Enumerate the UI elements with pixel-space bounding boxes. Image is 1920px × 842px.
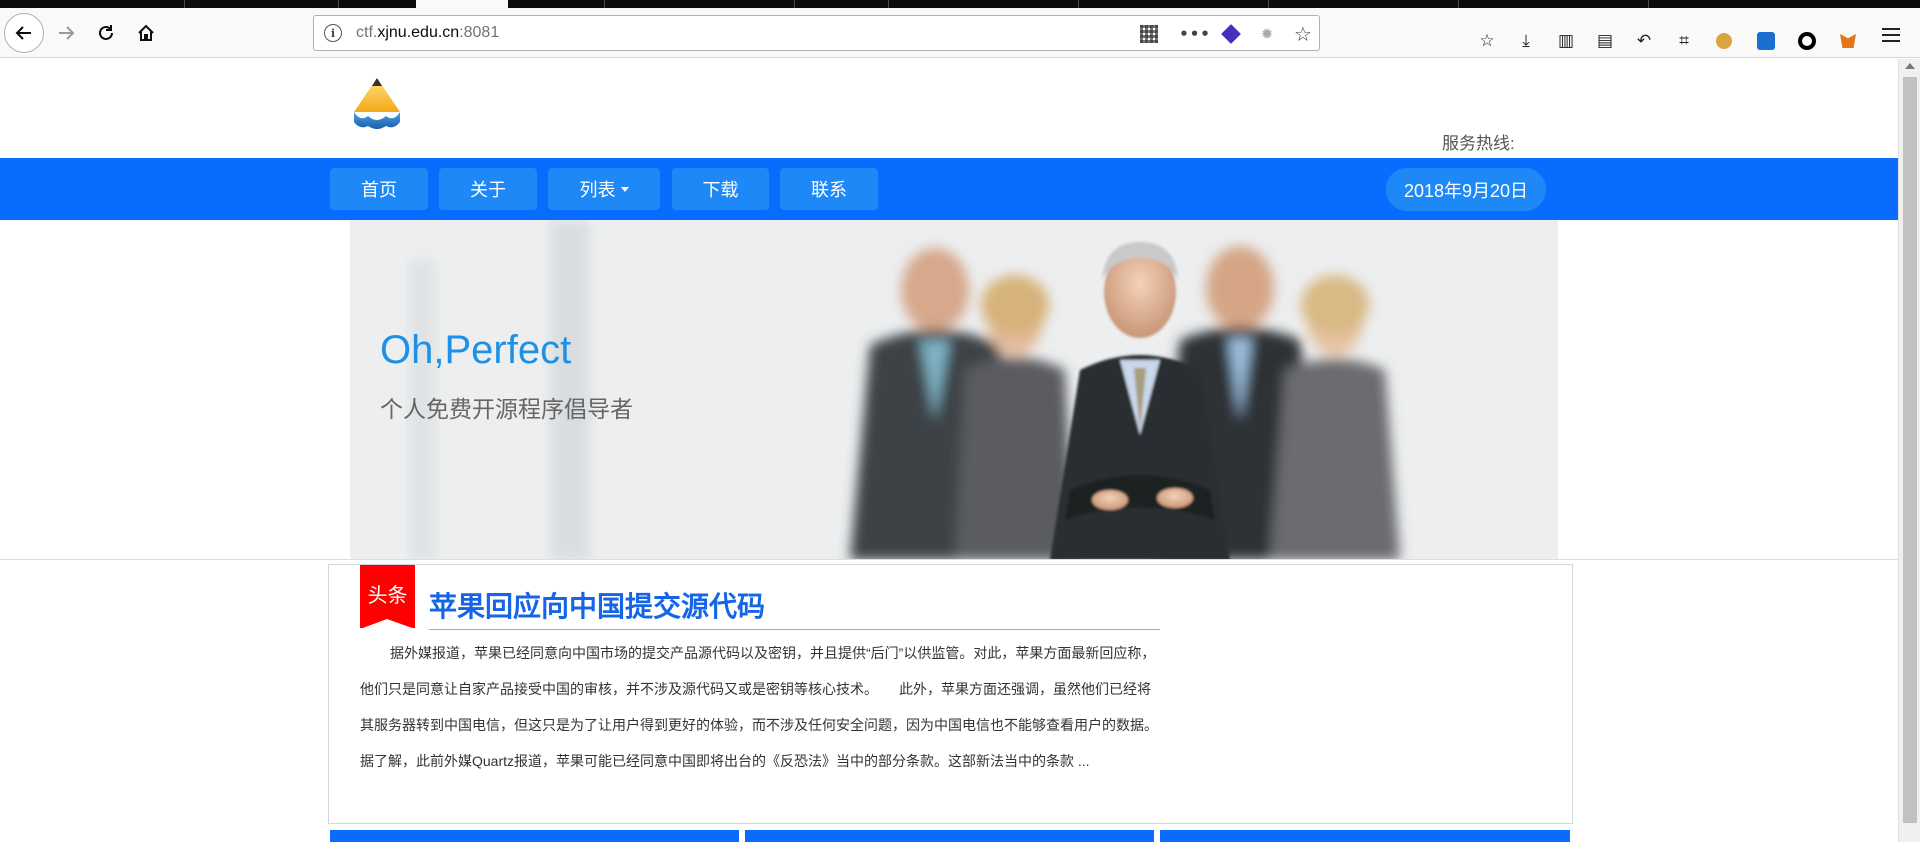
nav-item-about[interactable]: 关于 (439, 168, 537, 210)
nav-item-contact[interactable]: 联系 (780, 168, 878, 210)
info-icon[interactable]: i (324, 24, 342, 42)
scroll-up-icon[interactable] (1905, 63, 1915, 69)
circle-extension-icon[interactable] (1793, 25, 1821, 57)
back-arrow-icon (15, 26, 31, 40)
nav-item-label: 关于 (470, 180, 506, 200)
home-icon (138, 24, 154, 41)
back-button[interactable] (4, 13, 44, 53)
reload-icon (99, 25, 113, 40)
current-date: 2018年9月20日 (1386, 168, 1546, 211)
nav-item-label: 下载 (702, 180, 739, 200)
extension-icon[interactable] (1220, 23, 1242, 45)
nav-item-home[interactable]: 首页 (330, 168, 428, 210)
sidebar-icon[interactable]: ▤ (1591, 25, 1619, 57)
star-icon[interactable]: ☆ (1292, 22, 1314, 46)
banner-subtitle: 个人免费开源程序倡导者 (380, 396, 633, 422)
hero-banner: Oh,Perfect 个人免费开源程序倡导者 (0, 220, 1898, 560)
reload-button[interactable] (90, 17, 122, 49)
reading-list-icon[interactable]: ☆ (1473, 25, 1501, 57)
undo-icon[interactable]: ↶ (1630, 25, 1658, 57)
tab-strip (0, 0, 1920, 8)
content-block (330, 830, 739, 842)
caret-down-icon (620, 186, 629, 192)
forward-arrow-icon (59, 26, 75, 40)
tab-separator (1458, 0, 1459, 8)
url-domain: xjnu.edu.cn (377, 24, 460, 41)
article-title[interactable]: 苹果回应向中国提交源代码 (429, 585, 765, 625)
url-prefix: ctf. (356, 24, 378, 41)
fox-extension-icon[interactable] (1834, 25, 1862, 57)
content-block (1160, 830, 1570, 842)
menu-icon[interactable] (1882, 28, 1900, 42)
library-icon[interactable]: ▥ (1552, 25, 1580, 57)
page-scrollbar[interactable] (1898, 59, 1920, 842)
scrollbar-thumb[interactable] (1903, 77, 1917, 823)
banner-title: Oh,Perfect (380, 328, 572, 372)
tab-separator (338, 0, 339, 8)
home-button[interactable] (130, 17, 162, 49)
url-port: :8081 (459, 24, 500, 41)
editor-extension-icon[interactable] (1752, 25, 1780, 57)
tab-separator (1268, 0, 1269, 8)
tab-separator (184, 0, 185, 8)
pencil-logo[interactable] (350, 76, 404, 132)
nav-item-label: 列表 (579, 180, 616, 200)
nav-item-label: 首页 (361, 180, 397, 200)
crop-icon[interactable]: ⌗ (1670, 25, 1698, 57)
service-hotline-label: 服务热线: (1442, 134, 1515, 153)
forward-button[interactable] (50, 17, 82, 49)
qr-code-icon[interactable] (1140, 25, 1158, 43)
tab-separator (794, 0, 795, 8)
title-divider (429, 629, 1160, 630)
url-text[interactable]: ctf.xjnu.edu.cn:8081 (356, 24, 499, 42)
bottom-blocks (330, 830, 1570, 842)
site-header: 服务热线: (0, 59, 1898, 158)
page-viewport: 服务热线: 首页 关于 列表 下载 联系 2018年9月20日 Oh,Perfe… (0, 59, 1898, 842)
cookie-icon[interactable] (1710, 25, 1738, 57)
headline-article: 头条 苹果回应向中国提交源代码 据外媒报道，苹果已经同意向中国市场的提交产品源代… (328, 564, 1573, 824)
active-tab[interactable] (416, 0, 508, 8)
article-excerpt: 据外媒报道，苹果已经同意向中国市场的提交产品源代码以及密钥，并且提供“后门”以供… (360, 645, 1179, 769)
browser-toolbar: i ctf.xjnu.edu.cn:8081 ••• ✹ ☆ ☆ ⤓ ▥ ▤ ↶… (0, 8, 1920, 58)
nav-item-list[interactable]: 列表 (548, 168, 660, 210)
tab-separator (1648, 0, 1649, 8)
content-block (745, 830, 1154, 842)
nav-item-label: 联系 (811, 180, 847, 200)
tab-separator (1078, 0, 1079, 8)
main-nav: 首页 关于 列表 下载 联系 2018年9月20日 (0, 158, 1898, 220)
tab-separator (888, 0, 889, 8)
tab-separator (604, 0, 605, 8)
more-dots-icon[interactable]: ••• (1179, 23, 1210, 45)
nav-item-download[interactable]: 下载 (672, 168, 769, 210)
download-icon[interactable]: ⤓ (1512, 25, 1540, 57)
url-bar[interactable]: i ctf.xjnu.edu.cn:8081 ••• ✹ ☆ (313, 15, 1320, 51)
bug-icon[interactable]: ✹ (1256, 23, 1278, 45)
headline-badge: 头条 (360, 565, 415, 629)
